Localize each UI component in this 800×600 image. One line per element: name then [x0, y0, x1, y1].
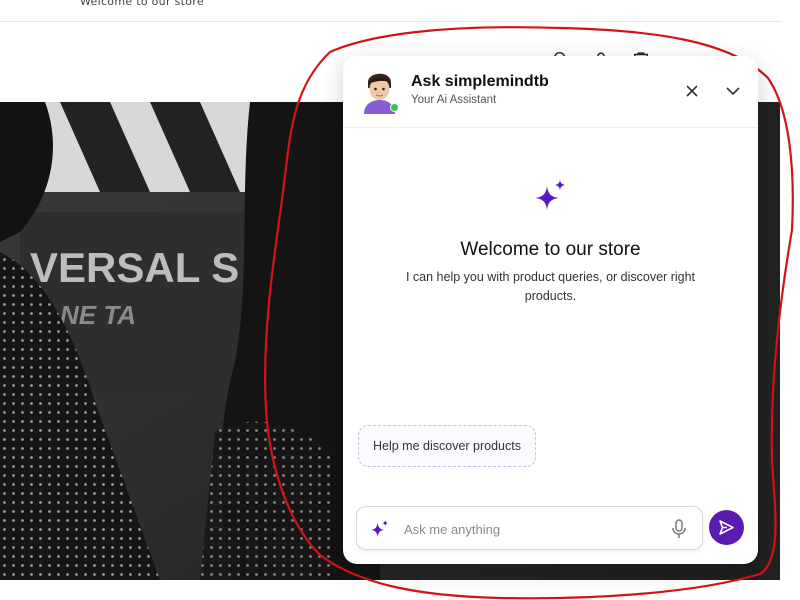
chat-subtitle: Your Ai Assistant [411, 94, 497, 106]
chat-input[interactable] [404, 517, 654, 541]
chat-header: Ask simplemindtb Your Ai Assistant [343, 56, 758, 128]
chat-title: Ask simplemindtb [411, 73, 549, 90]
welcome-title: Welcome to our store [460, 239, 641, 260]
chat-input-container [356, 506, 703, 550]
chat-widget: Ask simplemindtb Your Ai Assistant Welco… [343, 56, 758, 564]
send-icon [719, 520, 734, 535]
online-status-dot [390, 103, 399, 112]
send-button[interactable] [709, 510, 744, 545]
suggestion-chip[interactable]: Help me discover products [358, 425, 536, 467]
chevron-down-icon[interactable] [724, 82, 742, 100]
announcement-bar: Welcome to our store [80, 0, 204, 8]
sparkle-icon [535, 180, 565, 210]
sparkle-icon [370, 519, 389, 538]
close-icon[interactable] [683, 82, 701, 100]
microphone-icon[interactable] [669, 518, 689, 540]
welcome-text: I can help you with product queries, or … [405, 270, 696, 303]
header-divider [0, 21, 782, 22]
hero-sign-text: VERSAL S [30, 244, 239, 291]
hero-sign-text-lower: NE TA [60, 300, 136, 330]
